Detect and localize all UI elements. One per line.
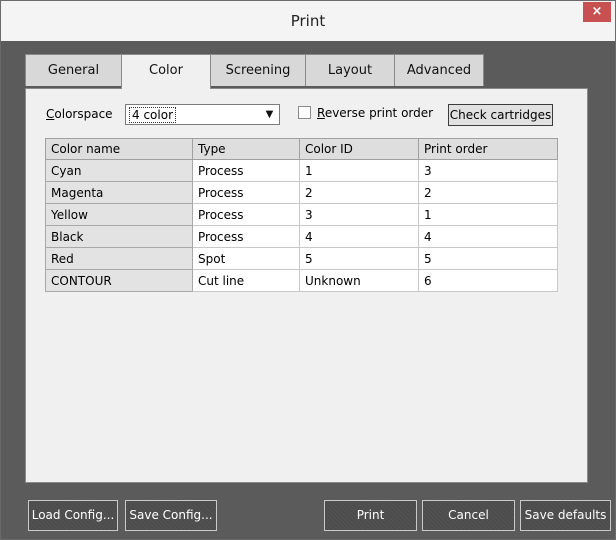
table-header-row: Color name Type Color ID Print order <box>45 138 558 160</box>
table-row[interactable]: Yellow Process 3 1 <box>45 203 558 226</box>
save-defaults-button[interactable]: Save defaults <box>520 500 611 531</box>
title-bar: Print × <box>1 1 615 41</box>
cell-print-order[interactable]: 2 <box>418 181 558 204</box>
table-row[interactable]: Red Spot 5 5 <box>45 247 558 270</box>
cell-color-name[interactable]: Yellow <box>45 203 193 226</box>
save-config-button[interactable]: Save Config... <box>125 500 217 531</box>
color-table: Color name Type Color ID Print order Cya… <box>45 138 558 292</box>
window-title: Print <box>290 12 326 30</box>
cell-color-id[interactable]: 5 <box>299 247 419 270</box>
tab-screening[interactable]: Screening <box>210 54 306 86</box>
cell-color-id[interactable]: 1 <box>299 159 419 182</box>
cell-type[interactable]: Process <box>192 225 300 248</box>
cell-color-id[interactable]: 4 <box>299 225 419 248</box>
tab-color[interactable]: Color <box>121 54 211 89</box>
cell-color-name[interactable]: Black <box>45 225 193 248</box>
check-cartridges-button[interactable]: Check cartridges <box>448 104 553 126</box>
cell-color-id[interactable]: Unknown <box>299 269 419 292</box>
colorspace-value: 4 color <box>129 107 176 123</box>
reverse-print-order-checkbox[interactable] <box>298 106 311 119</box>
cell-type[interactable]: Process <box>192 159 300 182</box>
tab-advanced[interactable]: Advanced <box>394 54 484 86</box>
cell-color-name[interactable]: Magenta <box>45 181 193 204</box>
cell-print-order[interactable]: 5 <box>418 247 558 270</box>
cell-color-name[interactable]: Red <box>45 247 193 270</box>
table-row[interactable]: Magenta Process 2 2 <box>45 181 558 204</box>
cell-color-id[interactable]: 2 <box>299 181 419 204</box>
reverse-print-order-label[interactable]: Reverse print order <box>317 106 433 120</box>
table-row[interactable]: CONTOUR Cut line Unknown 6 <box>45 269 558 292</box>
reverse-label-mnemonic: R <box>317 106 325 120</box>
tab-strip: General Color Screening Layout Advanced <box>25 54 585 89</box>
print-button[interactable]: Print <box>324 500 417 531</box>
colorspace-label: Colorspace <box>46 107 113 121</box>
column-header-type[interactable]: Type <box>192 138 300 160</box>
cell-color-name[interactable]: CONTOUR <box>45 269 193 292</box>
reverse-label-rest: everse print order <box>324 106 434 120</box>
column-header-color-name[interactable]: Color name <box>45 138 193 160</box>
colorspace-select[interactable]: 4 color ▼ <box>125 104 280 125</box>
cell-print-order[interactable]: 1 <box>418 203 558 226</box>
cell-print-order[interactable]: 3 <box>418 159 558 182</box>
close-button[interactable]: × <box>583 2 611 22</box>
table-row[interactable]: Cyan Process 1 3 <box>45 159 558 182</box>
cell-type[interactable]: Process <box>192 203 300 226</box>
cancel-button[interactable]: Cancel <box>422 500 515 531</box>
tab-layout[interactable]: Layout <box>305 54 395 86</box>
load-config-button[interactable]: Load Config... <box>28 500 118 531</box>
cell-print-order[interactable]: 4 <box>418 225 558 248</box>
cell-print-order[interactable]: 6 <box>418 269 558 292</box>
colorspace-label-rest: olorspace <box>54 107 113 121</box>
cell-type[interactable]: Spot <box>192 247 300 270</box>
cell-type[interactable]: Cut line <box>192 269 300 292</box>
table-row[interactable]: Black Process 4 4 <box>45 225 558 248</box>
column-header-print-order[interactable]: Print order <box>418 138 558 160</box>
tab-general[interactable]: General <box>25 54 122 86</box>
cell-type[interactable]: Process <box>192 181 300 204</box>
cell-color-name[interactable]: Cyan <box>45 159 193 182</box>
chevron-down-icon[interactable]: ▼ <box>260 105 279 124</box>
column-header-color-id[interactable]: Color ID <box>299 138 419 160</box>
cell-color-id[interactable]: 3 <box>299 203 419 226</box>
